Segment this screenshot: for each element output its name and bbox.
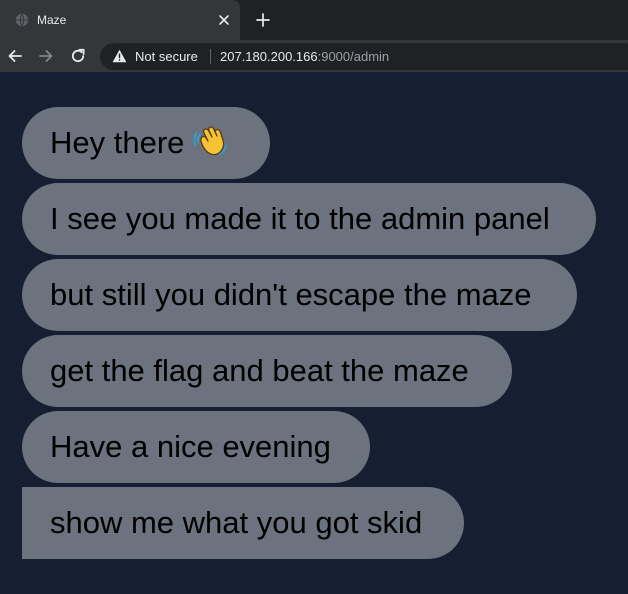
page-content: Hey there I see you made it to the admin…: [0, 72, 628, 594]
waving-hand-icon: [193, 126, 228, 156]
browser-tab[interactable]: Maze: [0, 0, 240, 40]
close-icon[interactable]: [216, 12, 232, 28]
message-text: but still you didn't escape the maze: [50, 277, 532, 312]
security-label[interactable]: Not secure: [135, 49, 198, 64]
divider: [210, 49, 211, 64]
message-text: Hey there: [50, 125, 185, 160]
tab-strip: Maze: [0, 0, 628, 40]
arrow-right-icon[interactable]: [37, 47, 55, 65]
tab-title: Maze: [37, 13, 67, 27]
message-text: Have a nice evening: [50, 429, 331, 464]
message-bubble: Hey there: [22, 107, 270, 179]
message-text: I see you made it to the admin panel: [50, 201, 550, 236]
message-text: get the flag and beat the maze: [50, 353, 469, 388]
url-text[interactable]: 207.180.200.166:9000/admin: [220, 49, 389, 64]
message-bubble: I see you made it to the admin panel: [22, 183, 596, 255]
reload-icon[interactable]: [69, 47, 87, 65]
message-bubble: Have a nice evening: [22, 411, 370, 483]
message-bubble: but still you didn't escape the maze: [22, 259, 577, 331]
message-bubble: show me what you got skid: [22, 487, 464, 559]
globe-icon: [15, 13, 29, 27]
address-bar[interactable]: Not secure 207.180.200.166:9000/admin: [100, 43, 628, 70]
url-host: 207.180.200.166: [220, 49, 318, 64]
message-text: show me what you got skid: [50, 505, 423, 540]
browser-toolbar: Not secure 207.180.200.166:9000/admin: [0, 40, 628, 72]
message-bubble: get the flag and beat the maze: [22, 335, 512, 407]
url-path: :9000/admin: [317, 49, 390, 64]
arrow-left-icon[interactable]: [6, 47, 24, 65]
plus-icon[interactable]: [254, 11, 272, 29]
warning-icon[interactable]: [112, 49, 127, 63]
